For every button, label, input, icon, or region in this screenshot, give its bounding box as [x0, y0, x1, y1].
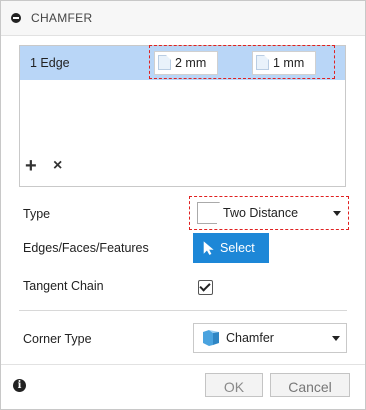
collapse-icon[interactable]	[11, 13, 21, 23]
cursor-arrow-icon	[203, 241, 214, 255]
divider	[19, 310, 347, 311]
list-item[interactable]: 1 Edge 2 mm 1 mm	[20, 46, 345, 80]
select-button-label: Select	[220, 241, 255, 255]
chamfer-dialog: CHAMFER 1 Edge 2 mm 1 mm + × Type Two Di…	[0, 0, 366, 410]
row-label: 1 Edge	[30, 56, 70, 70]
chevron-down-icon	[332, 336, 340, 341]
corner-type-dropdown[interactable]: Chamfer	[193, 323, 347, 353]
ok-button[interactable]: OK	[205, 373, 263, 397]
chevron-down-icon	[333, 211, 341, 216]
corner-type-label: Corner Type	[23, 332, 92, 346]
distance-two-value: 1 mm	[273, 56, 305, 70]
select-button[interactable]: Select	[193, 233, 269, 263]
edges-label: Edges/Faces/Features	[23, 241, 149, 255]
type-value: Two Distance	[223, 206, 299, 220]
dialog-title: CHAMFER	[31, 11, 93, 25]
distance-icon	[158, 55, 171, 70]
add-icon[interactable]: +	[25, 155, 37, 178]
remove-icon[interactable]: ×	[53, 157, 62, 175]
distance-one-input[interactable]: 2 mm	[154, 51, 218, 75]
distance-icon	[256, 55, 269, 70]
tangent-chain-checkbox[interactable]	[198, 280, 213, 295]
selection-list[interactable]: 1 Edge 2 mm 1 mm	[19, 45, 346, 187]
distance-two-input[interactable]: 1 mm	[252, 51, 316, 75]
type-dropdown[interactable]: Two Distance	[191, 198, 347, 228]
distance-one-value: 2 mm	[175, 56, 207, 70]
dialog-header[interactable]: CHAMFER	[1, 1, 365, 36]
corner-type-value: Chamfer	[226, 331, 274, 345]
info-icon[interactable]: i	[13, 379, 26, 392]
cancel-button[interactable]: Cancel	[270, 373, 350, 397]
two-distance-icon	[197, 202, 217, 224]
tangent-chain-label: Tangent Chain	[23, 279, 104, 293]
type-label: Type	[23, 207, 51, 221]
chamfer-icon	[203, 330, 219, 346]
footer-divider	[1, 364, 365, 365]
